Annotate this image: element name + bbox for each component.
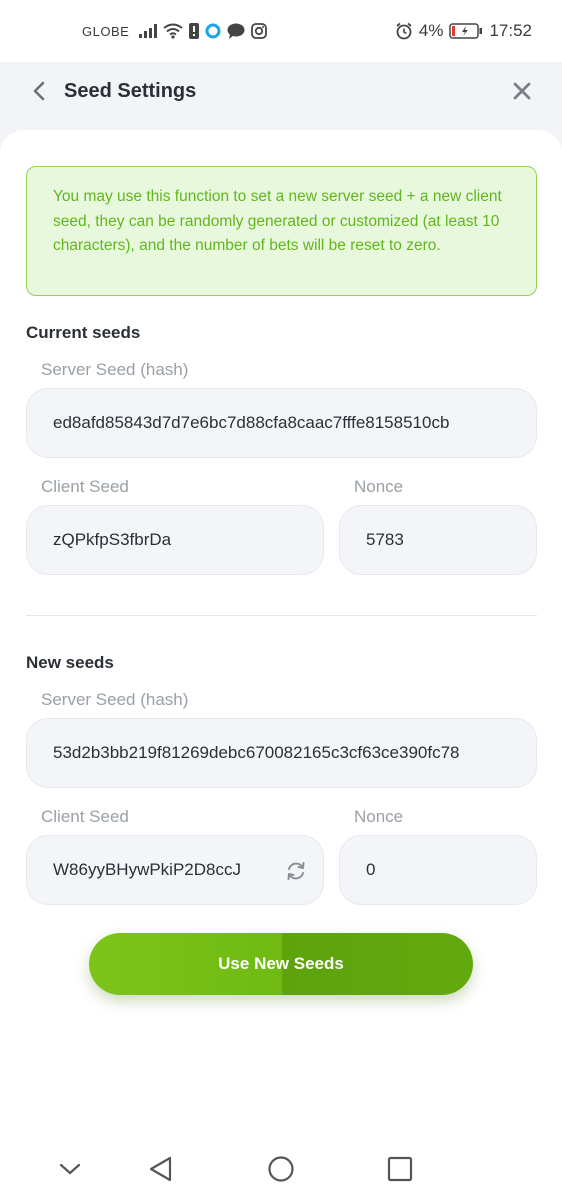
current-server-seed-value: ed8afd85843d7d7e6bc7d88cfa8caac7fffe8158… (53, 413, 450, 432)
refresh-icon[interactable] (285, 860, 307, 882)
new-server-seed-field[interactable]: 53d2b3bb219f81269debc670082165c3cf63ce39… (26, 718, 537, 788)
new-client-seed-label: Client Seed (41, 807, 129, 826)
info-text: You may use this function to set a new s… (53, 188, 502, 254)
clock: 17:52 (489, 21, 532, 40)
nav-recents-button[interactable] (383, 1154, 417, 1188)
square-recents-icon (387, 1156, 413, 1187)
new-nonce-label: Nonce (354, 807, 404, 826)
wifi-icon (163, 23, 183, 39)
current-client-seed-label: Client Seed (41, 477, 129, 496)
current-nonce-value: 5783 (366, 530, 404, 549)
current-nonce-field[interactable]: 5783 (339, 505, 537, 575)
new-client-seed-value: W86yyBHywPkiP2D8ccJ (53, 860, 241, 879)
new-client-seed-field[interactable]: W86yyBHywPkiP2D8ccJ (26, 835, 324, 905)
chevron-down-icon (59, 1162, 81, 1181)
circle-home-icon (267, 1155, 295, 1188)
use-new-seeds-button[interactable]: Use New Seeds (89, 933, 473, 995)
info-box: You may use this function to set a new s… (26, 166, 537, 296)
instagram-icon (251, 23, 268, 39)
current-client-seed-field[interactable]: zQPkfpS3fbrDa (26, 505, 324, 575)
close-icon (513, 82, 531, 105)
status-left: GLOBE (82, 23, 268, 39)
back-button[interactable] (26, 78, 52, 108)
current-nonce-label: Nonce (354, 477, 404, 496)
current-seeds-title: Current seeds (26, 323, 141, 342)
new-seeds-title: New seeds (26, 653, 114, 672)
section-divider (26, 615, 537, 616)
current-server-seed-label: Server Seed (hash) (41, 360, 189, 379)
carrier-label: GLOBE (82, 23, 130, 39)
alert-icon (189, 23, 200, 39)
close-button[interactable] (508, 78, 536, 108)
status-right: 4% 17:52 (395, 21, 532, 41)
nav-back-button[interactable] (143, 1154, 177, 1188)
system-nav-bar (0, 1140, 562, 1200)
battery-icon (449, 23, 483, 39)
nav-collapse-button[interactable] (53, 1154, 87, 1188)
chevron-left-icon (33, 81, 45, 106)
seed-settings-card: You may use this function to set a new s… (0, 130, 562, 1140)
alarm-icon (395, 22, 413, 40)
new-server-seed-label: Server Seed (hash) (41, 690, 189, 709)
signal-icon (139, 24, 158, 38)
status-bar: GLOBE 4% 17:52 (0, 0, 562, 62)
battery-percent: 4% (418, 21, 444, 40)
triangle-back-icon (147, 1155, 173, 1188)
header: Seed Settings (0, 62, 562, 132)
new-nonce-value: 0 (366, 860, 376, 879)
current-client-seed-value: zQPkfpS3fbrDa (53, 530, 172, 549)
chat-icon (227, 23, 245, 39)
current-server-seed-field[interactable]: ed8afd85843d7d7e6bc7d88cfa8caac7fffe8158… (26, 388, 537, 458)
new-server-seed-value: 53d2b3bb219f81269debc670082165c3cf63ce39… (53, 743, 460, 762)
app-icon (205, 23, 221, 39)
nav-home-button[interactable] (264, 1154, 298, 1188)
page-title: Seed Settings (64, 80, 197, 102)
new-nonce-field[interactable]: 0 (339, 835, 537, 905)
use-new-seeds-label: Use New Seeds (218, 954, 344, 973)
